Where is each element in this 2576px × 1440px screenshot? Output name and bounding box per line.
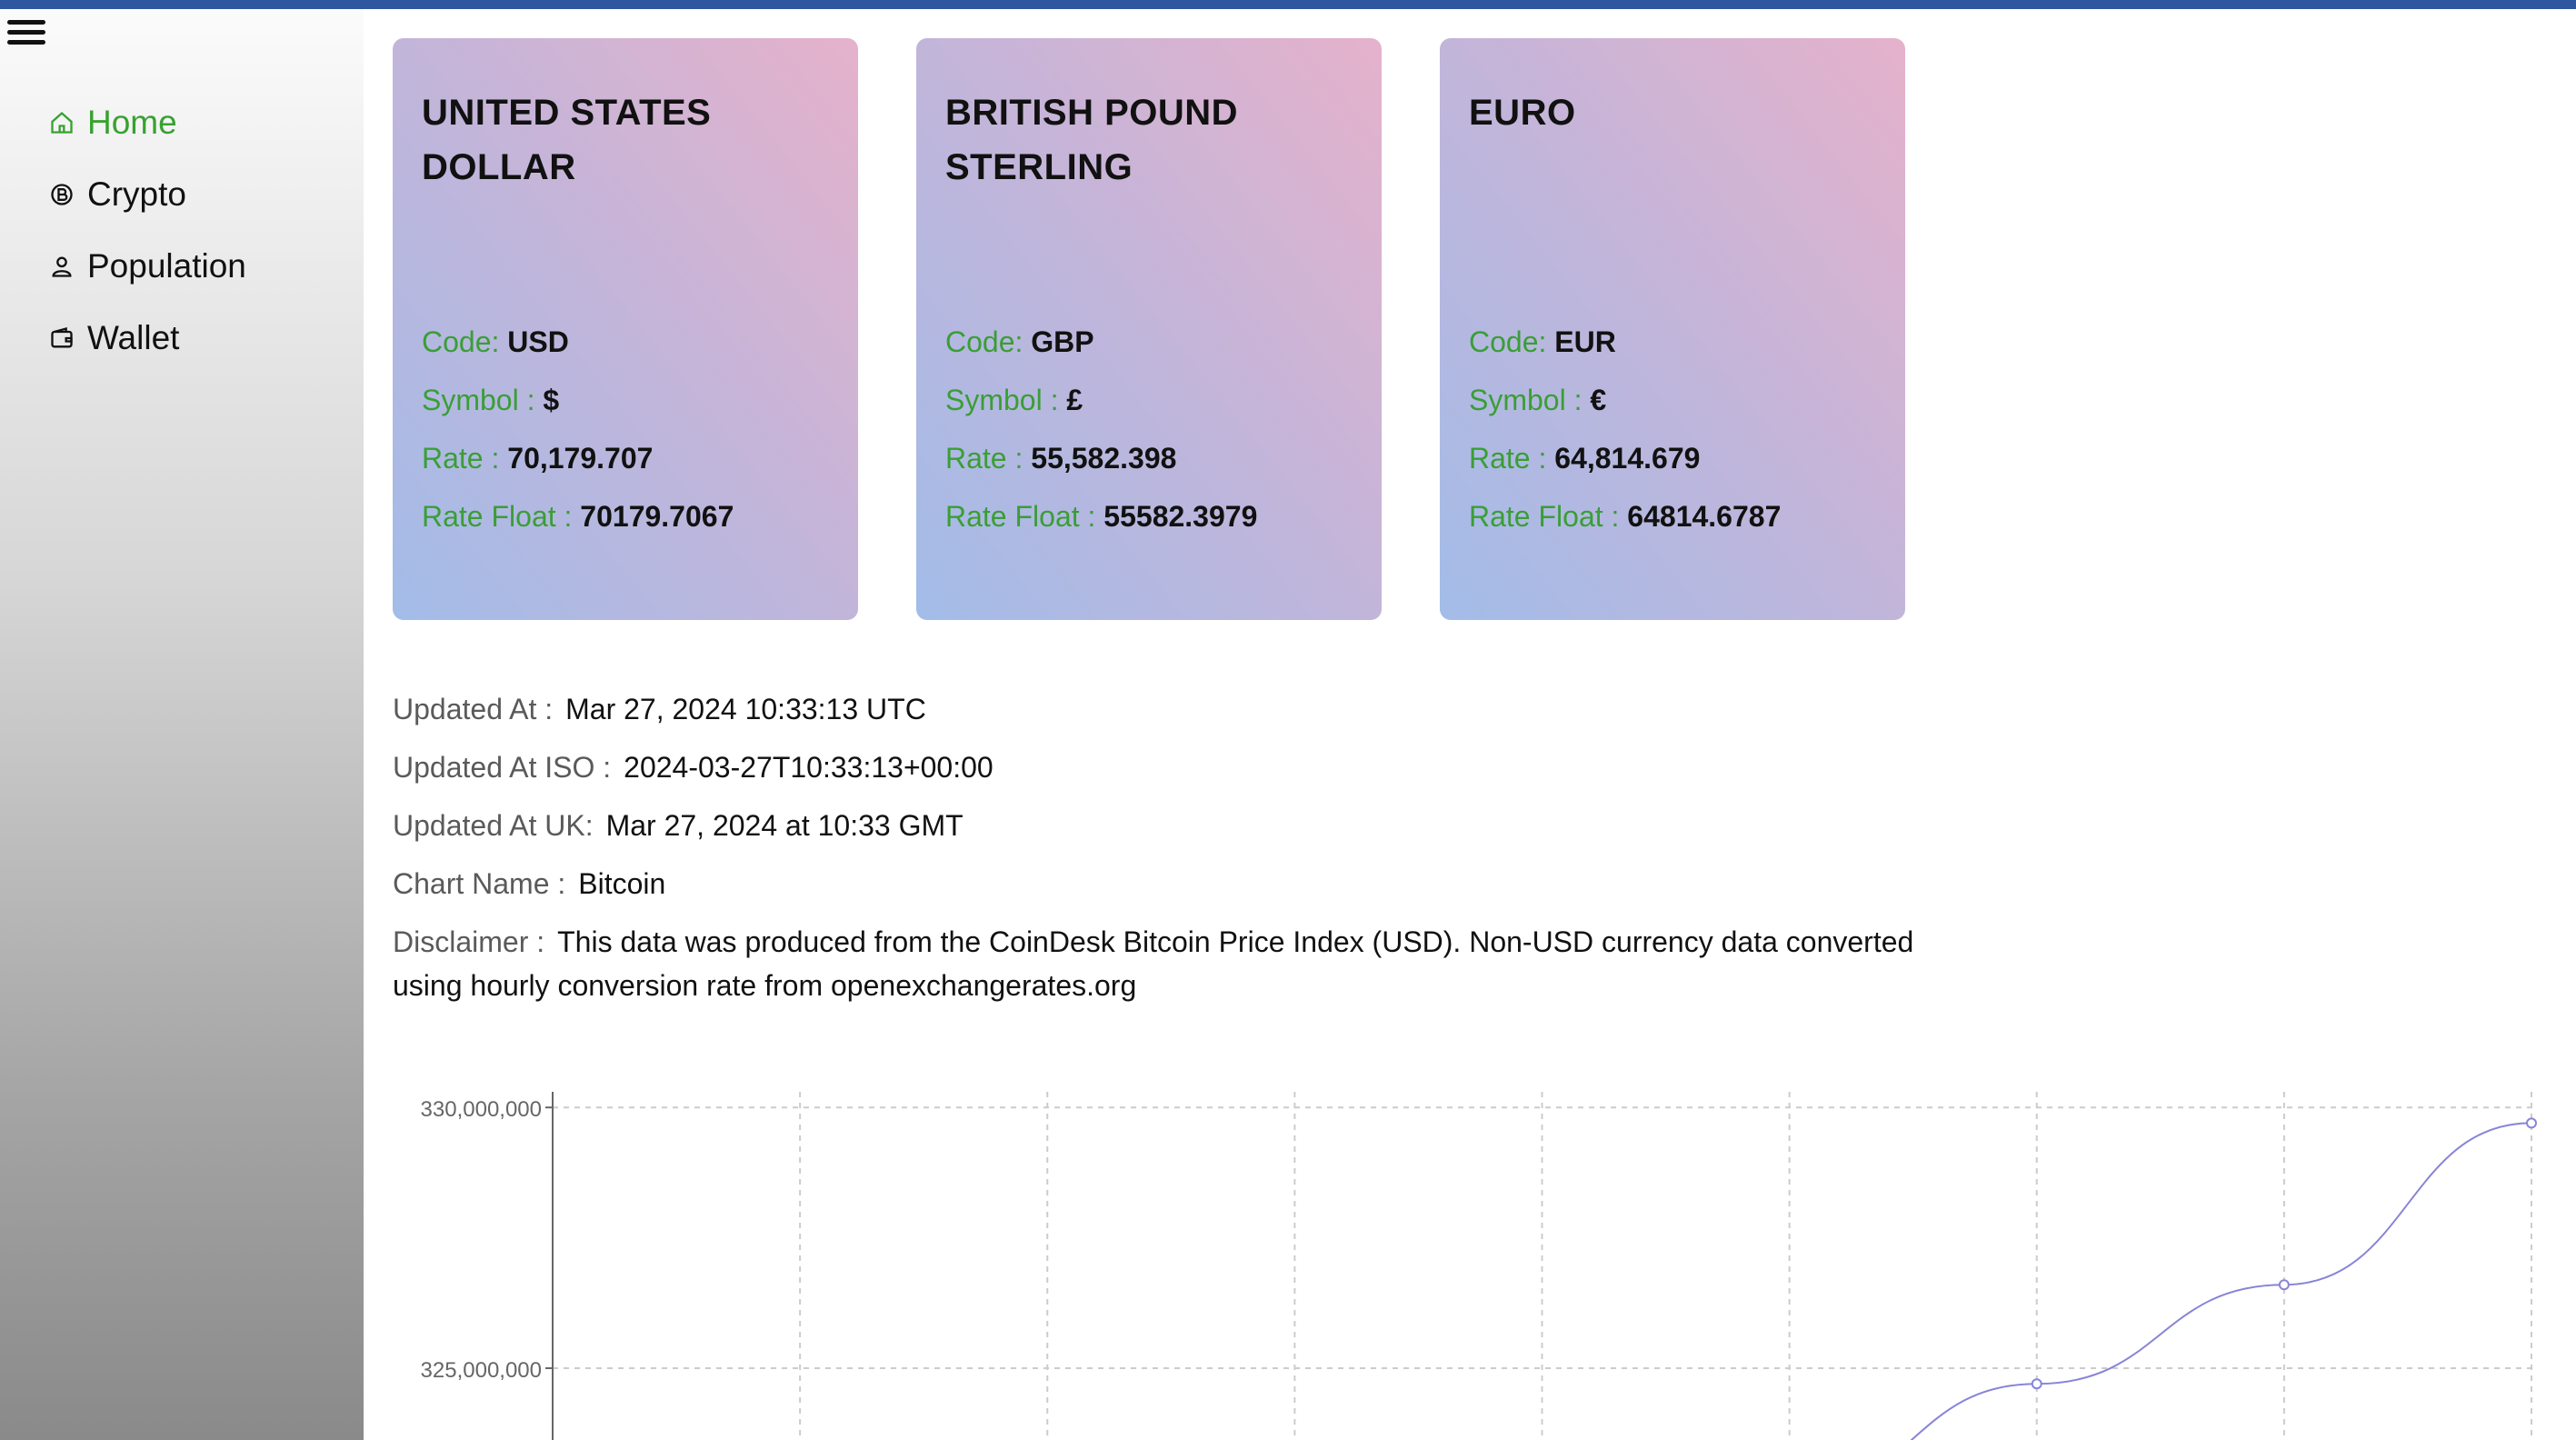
sidebar-item-crypto[interactable]: Crypto	[47, 158, 246, 230]
sidebar-item-population[interactable]: Population	[47, 230, 246, 302]
card-symbol: Symbol : £	[945, 371, 1353, 429]
sidebar: Home Crypto Population Wallet	[0, 9, 364, 1440]
rate-float-value: 64814.6787	[1627, 500, 1782, 533]
disclaimer-label: Disclaimer :	[393, 925, 545, 958]
rate-value: 64,814.679	[1554, 442, 1701, 475]
user-icon	[52, 256, 72, 277]
home-icon	[51, 111, 73, 134]
rate-label: Rate :	[945, 442, 1023, 475]
card-title: UNITED STATES DOLLAR	[422, 93, 712, 187]
symbol-value: €	[1590, 384, 1607, 416]
rate-label: Rate :	[422, 442, 500, 475]
chart-name-row: Chart Name : Bitcoin	[393, 862, 1938, 905]
y-tick-label: 325,000,000	[421, 1358, 542, 1383]
code-label: Code:	[945, 325, 1023, 358]
card-title: EURO	[1469, 93, 1576, 133]
updated-at-value: Mar 27, 2024 10:33:13 UTC	[565, 693, 926, 725]
card-code: Code: EUR	[1469, 313, 1876, 371]
rate-float-value: 55582.3979	[1103, 500, 1258, 533]
population-line-chart: 330,000,000 325,000,000	[421, 1092, 2537, 1440]
updated-at-uk-row: Updated At UK: Mar 27, 2024 at 10:33 GMT	[393, 804, 1938, 847]
sidebar-item-label: Wallet	[87, 318, 180, 356]
card-code: Code: USD	[422, 313, 829, 371]
code-value: GBP	[1031, 325, 1094, 358]
rate-value: 55,582.398	[1031, 442, 1177, 475]
bitcoin-icon	[51, 183, 73, 205]
updated-at-iso-label: Updated At ISO :	[393, 751, 612, 784]
update-info: Updated At : Mar 27, 2024 10:33:13 UTC Up…	[393, 687, 1938, 1022]
data-point	[2526, 1117, 2537, 1129]
updated-at-iso-value: 2024-03-27T10:33:13+00:00	[624, 751, 993, 784]
data-point	[2278, 1279, 2290, 1291]
card-rate: Rate : 70,179.707	[422, 429, 829, 487]
currency-card-gbp: BRITISH POUND STERLING Code: GBP Symbol …	[916, 38, 1382, 620]
y-tick-label: 330,000,000	[421, 1097, 542, 1122]
code-label: Code:	[422, 325, 500, 358]
card-rate-float: Rate Float : 64814.6787	[1469, 487, 1876, 545]
currency-card-usd: UNITED STATES DOLLAR Code: USD Symbol : …	[393, 38, 858, 620]
updated-at-uk-label: Updated At UK:	[393, 809, 594, 842]
code-value: USD	[507, 325, 569, 358]
card-rate: Rate : 64,814.679	[1469, 429, 1876, 487]
series-line	[1910, 1122, 2532, 1440]
rate-value: 70,179.707	[507, 442, 654, 475]
card-rate-float: Rate Float : 70179.7067	[422, 487, 829, 545]
chart-name-label: Chart Name :	[393, 867, 566, 900]
sidebar-item-label: Crypto	[87, 175, 186, 213]
card-rate-float: Rate Float : 55582.3979	[945, 487, 1353, 545]
symbol-label: Symbol :	[422, 384, 535, 416]
wallet-icon	[51, 326, 73, 347]
currency-card-eur: EURO Code: EUR Symbol : € Rate : 64,814.…	[1440, 38, 1905, 620]
updated-at-iso-row: Updated At ISO : 2024-03-27T10:33:13+00:0…	[393, 745, 1938, 789]
symbol-value: £	[1066, 384, 1083, 416]
code-label: Code:	[1469, 325, 1547, 358]
code-value: EUR	[1554, 325, 1616, 358]
card-code: Code: GBP	[945, 313, 1353, 371]
hamburger-menu-icon[interactable]	[7, 16, 45, 49]
sidebar-item-label: Home	[87, 103, 177, 141]
rate-float-value: 70179.7067	[580, 500, 734, 533]
card-symbol: Symbol : $	[422, 371, 829, 429]
chart-name-value: Bitcoin	[578, 867, 666, 900]
rate-float-label: Rate Float :	[1469, 500, 1620, 533]
updated-at-label: Updated At :	[393, 693, 554, 725]
symbol-label: Symbol :	[945, 384, 1059, 416]
symbol-label: Symbol :	[1469, 384, 1583, 416]
card-symbol: Symbol : €	[1469, 371, 1876, 429]
sidebar-item-home[interactable]: Home	[47, 86, 246, 158]
sidebar-item-label: Population	[87, 246, 246, 285]
sidebar-item-wallet[interactable]: Wallet	[47, 302, 246, 374]
sidebar-nav: Home Crypto Population Wallet	[47, 86, 246, 374]
updated-at-uk-value: Mar 27, 2024 at 10:33 GMT	[605, 809, 964, 842]
rate-label: Rate :	[1469, 442, 1547, 475]
rate-float-label: Rate Float :	[945, 500, 1096, 533]
disclaimer-value: This data was produced from the CoinDesk…	[393, 925, 1914, 1002]
disclaimer-row: Disclaimer : This data was produced from …	[393, 920, 1938, 1007]
updated-at-row: Updated At : Mar 27, 2024 10:33:13 UTC	[393, 687, 1938, 731]
data-point	[2031, 1378, 2042, 1390]
rate-float-label: Rate Float :	[422, 500, 573, 533]
top-bar	[0, 0, 2576, 9]
card-rate: Rate : 55,582.398	[945, 429, 1353, 487]
card-title: BRITISH POUND STERLING	[945, 93, 1239, 187]
symbol-value: $	[543, 384, 560, 416]
